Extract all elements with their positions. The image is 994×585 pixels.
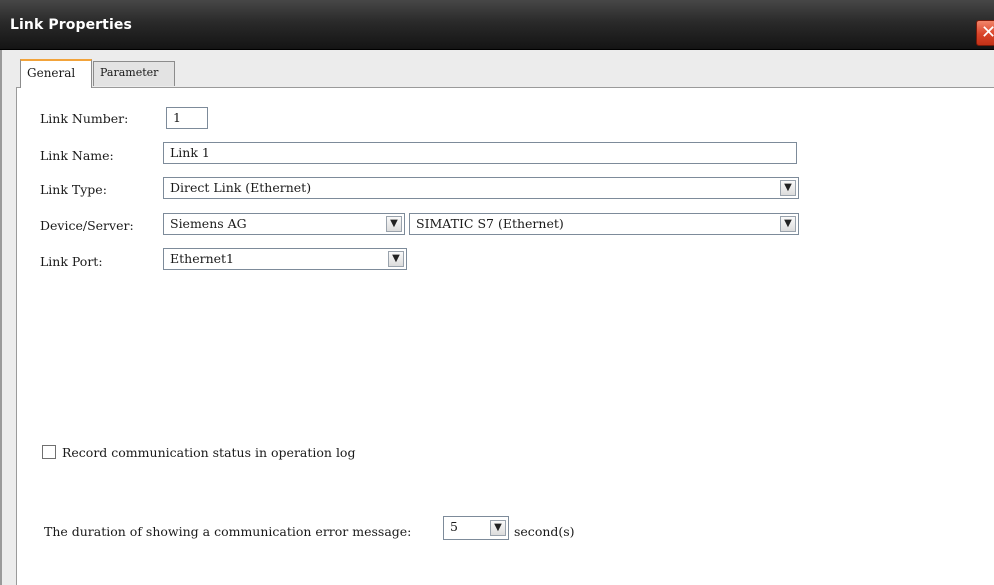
link-type-value: Direct Link (Ethernet) <box>170 180 312 195</box>
link-number-input[interactable]: 1 <box>166 107 208 129</box>
link-name-label: Link Name: <box>40 148 114 163</box>
error-duration-value: 5 <box>450 519 458 534</box>
link-name-value: Link 1 <box>170 145 210 160</box>
chevron-down-icon[interactable]: ▼ <box>388 251 404 267</box>
link-port-label: Link Port: <box>40 254 103 269</box>
title-bar: Link Properties <box>0 0 994 50</box>
chevron-down-icon[interactable]: ▼ <box>780 216 796 232</box>
device-vendor-value: Siemens AG <box>170 216 247 231</box>
device-server-label: Device/Server: <box>40 218 134 233</box>
tab-label: General <box>27 66 76 80</box>
link-port-select[interactable]: Ethernet1 ▼ <box>163 248 407 270</box>
error-duration-label: The duration of showing a communication … <box>44 524 412 539</box>
window-title: Link Properties <box>10 17 132 33</box>
error-duration-select[interactable]: 5 ▼ <box>443 516 509 540</box>
device-model-select[interactable]: SIMATIC S7 (Ethernet) ▼ <box>409 213 799 235</box>
record-log-checkbox[interactable] <box>42 445 56 459</box>
link-type-label: Link Type: <box>40 182 107 197</box>
record-log-label: Record communication status in operation… <box>62 445 356 460</box>
tab-label: Parameter <box>100 66 159 79</box>
tab-parameter[interactable]: Parameter <box>93 61 175 86</box>
close-icon: ✕ <box>981 22 994 43</box>
link-port-value: Ethernet1 <box>170 251 234 266</box>
chevron-down-icon[interactable]: ▼ <box>780 180 796 196</box>
error-duration-unit: second(s) <box>514 524 575 539</box>
link-name-input[interactable]: Link 1 <box>163 142 797 164</box>
device-vendor-select[interactable]: Siemens AG ▼ <box>163 213 405 235</box>
link-number-label: Link Number: <box>40 111 129 126</box>
device-model-value: SIMATIC S7 (Ethernet) <box>416 216 564 231</box>
close-button[interactable]: ✕ <box>976 20 994 46</box>
chevron-down-icon[interactable]: ▼ <box>386 216 402 232</box>
tab-general[interactable]: General <box>20 59 92 88</box>
chevron-down-icon[interactable]: ▼ <box>490 520 506 536</box>
link-type-select[interactable]: Direct Link (Ethernet) ▼ <box>163 177 799 199</box>
link-number-value: 1 <box>173 110 181 125</box>
